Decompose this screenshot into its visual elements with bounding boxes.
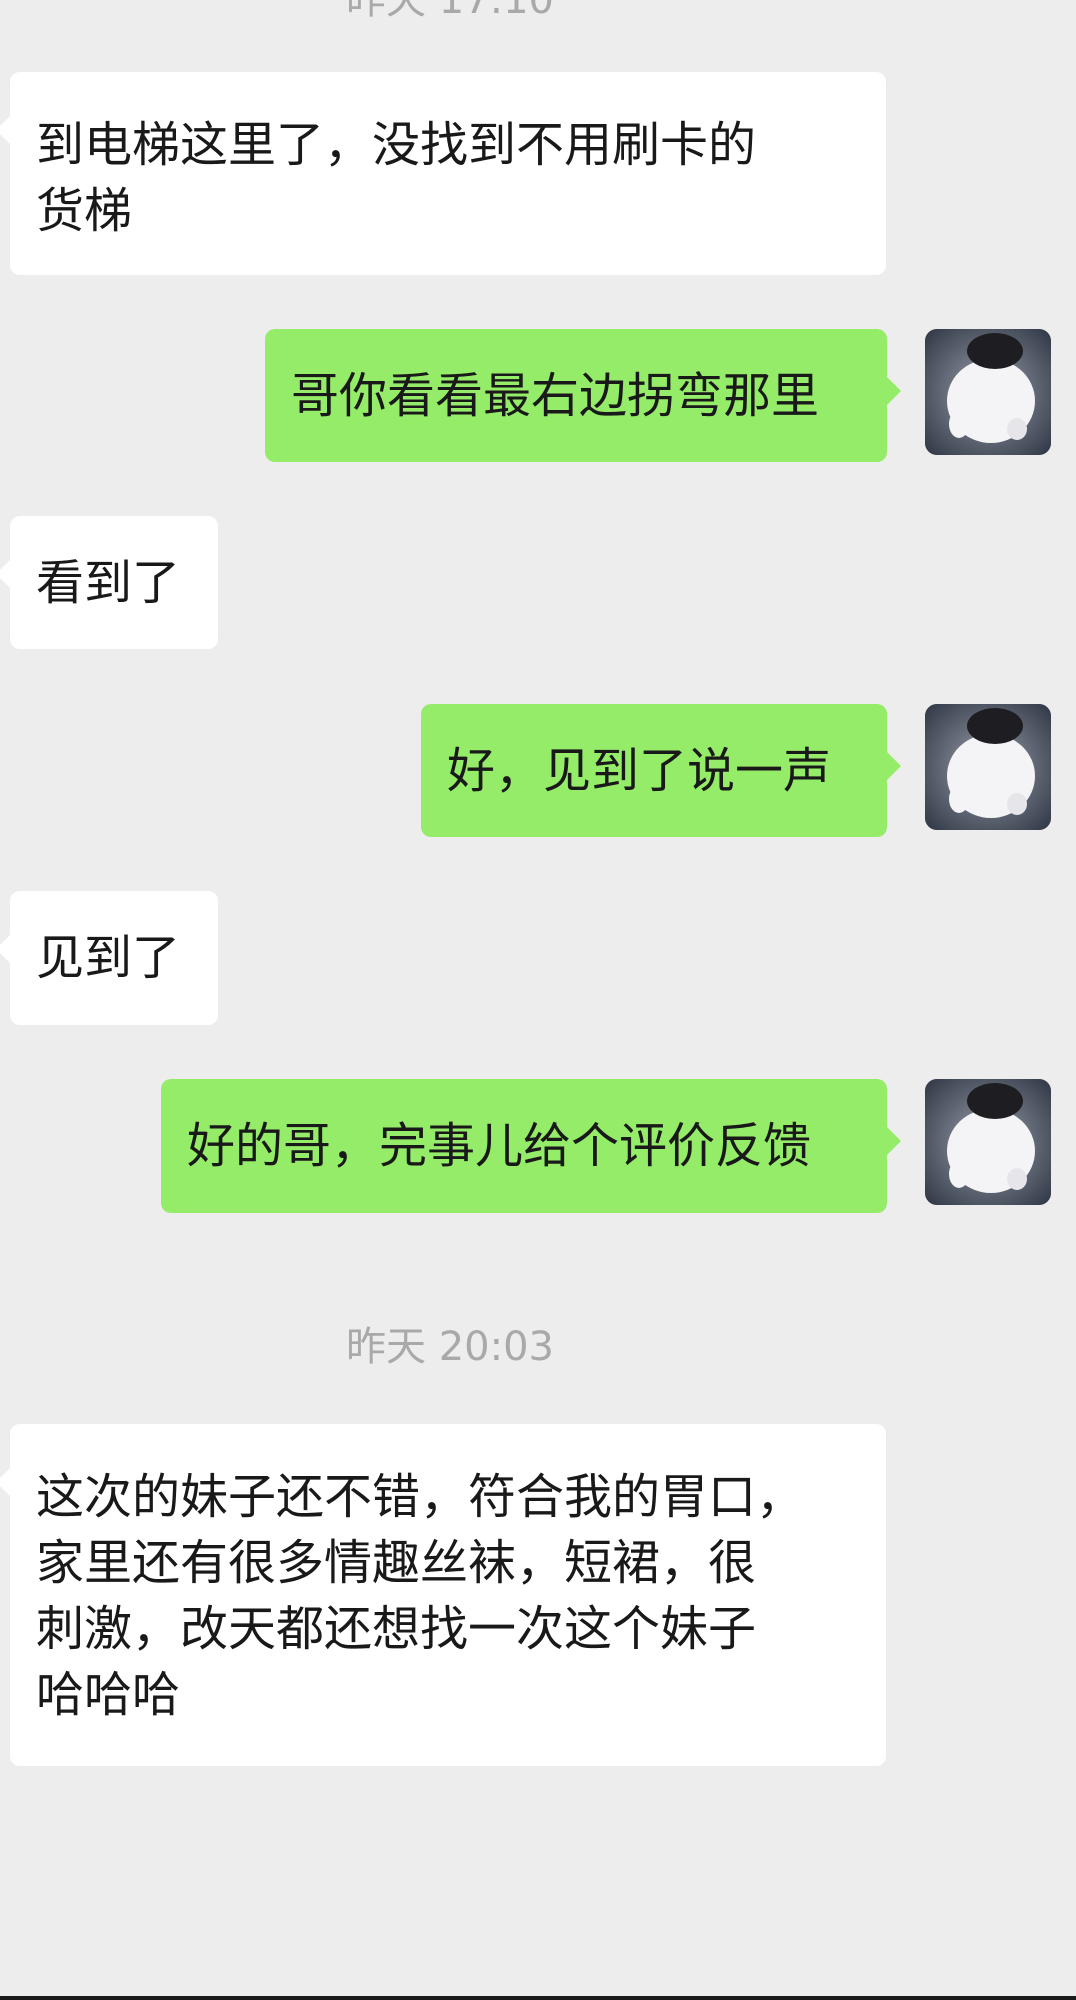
message-bubble-outgoing-2[interactable]: 好，见到了说一声	[421, 704, 901, 837]
timestamp-middle: 昨天 20:03	[346, 1324, 554, 1370]
message-bubble-incoming-1[interactable]: 到电梯这里了，没找到不用刷卡的 货梯	[0, 72, 886, 275]
message-bubble-outgoing-3[interactable]: 好的哥，完事儿给个评价反馈	[161, 1079, 901, 1213]
panda-avatar-icon[interactable]	[925, 1079, 1051, 1205]
message-bubble-outgoing-1[interactable]: 哥你看看最右边拐弯那里	[265, 329, 901, 462]
message-bubble-incoming-3[interactable]: 见到了	[0, 891, 218, 1025]
screen-bottom-bar	[0, 1996, 1076, 2000]
timestamp-top: 昨天 17:10	[346, 0, 554, 23]
panda-avatar-icon[interactable]	[925, 329, 1051, 455]
message-bubble-incoming-2[interactable]: 看到了	[0, 516, 218, 649]
message-bubble-incoming-4[interactable]: 这次的妹子还不错，符合我的胃口， 家里还有很多情趣丝袜，短裙，很 刺激，改天都还…	[0, 1424, 886, 1766]
panda-avatar-icon[interactable]	[925, 704, 1051, 830]
